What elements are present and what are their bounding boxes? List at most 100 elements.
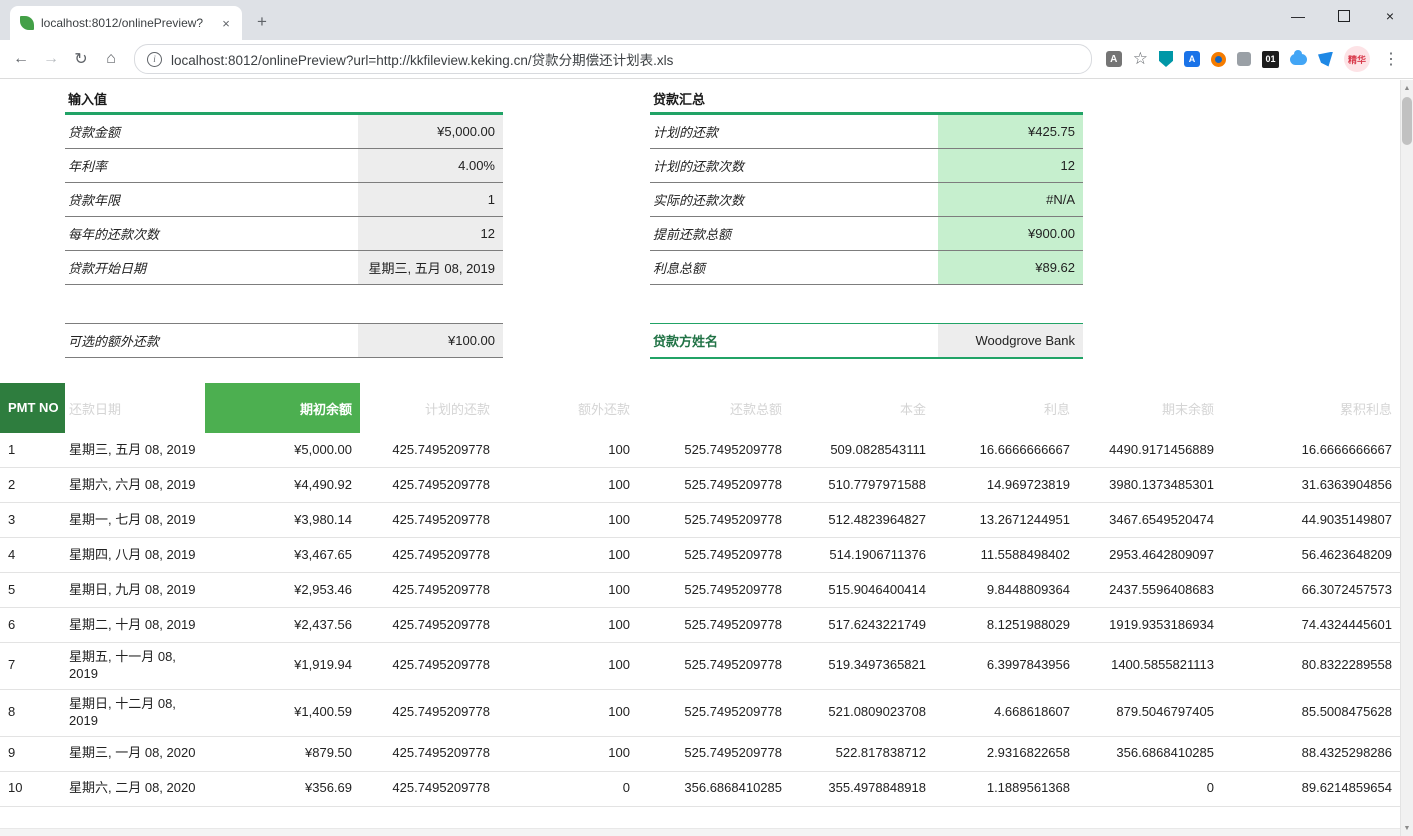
shield-extension-icon[interactable] bbox=[1159, 51, 1173, 67]
horizontal-scrollbar[interactable] bbox=[0, 828, 1400, 836]
cell-beginning-balance: ¥5,000.00 bbox=[205, 436, 360, 465]
lender-name-value: Woodgrove Bank bbox=[938, 324, 1083, 357]
vertical-scrollbar[interactable]: ▲ ▼ bbox=[1400, 80, 1413, 836]
cell-extra-payment: 100 bbox=[498, 471, 638, 500]
maximize-button[interactable] bbox=[1321, 0, 1367, 32]
cell-pmt-no: 7 bbox=[0, 651, 65, 680]
schedule-row: 3 星期一, 七月 08, 2019 ¥3,980.14 425.7495209… bbox=[0, 503, 1400, 538]
badge-01-extension-icon[interactable]: 01 bbox=[1262, 51, 1279, 68]
cell-pmt-no: 4 bbox=[0, 541, 65, 570]
cloud-extension-icon[interactable] bbox=[1290, 54, 1307, 65]
cell-pmt-no: 8 bbox=[0, 698, 65, 727]
cell-ending-balance: 4490.9171456889 bbox=[1078, 436, 1222, 465]
cell-cumulative-interest: 85.5008475628 bbox=[1222, 698, 1400, 727]
summary-row: 计划的还款 ¥425.75 bbox=[650, 115, 1083, 149]
tab-close-icon[interactable]: × bbox=[218, 16, 234, 31]
summary-row: 利息总额 ¥89.62 bbox=[650, 251, 1083, 285]
minimize-button[interactable]: — bbox=[1275, 0, 1321, 32]
browser-tab[interactable]: localhost:8012/onlinePreview? × bbox=[10, 6, 242, 40]
cell-pmt-no: 10 bbox=[0, 774, 65, 803]
input-row: 贷款年限 1 bbox=[65, 183, 503, 217]
input-row-value: 12 bbox=[358, 217, 503, 250]
cell-beginning-balance: ¥2,437.56 bbox=[205, 611, 360, 640]
translate-extension-icon[interactable]: A bbox=[1184, 51, 1200, 67]
kkfileview-leaf-favicon bbox=[20, 16, 34, 30]
cell-ending-balance: 1400.5855821113 bbox=[1078, 651, 1222, 680]
maximize-icon bbox=[1338, 10, 1350, 22]
schedule-row: 8 星期日, 十二月 08, 2019 ¥1,400.59 425.749520… bbox=[0, 690, 1400, 737]
input-row-label: 年利率 bbox=[65, 149, 358, 182]
summary-row-value: 12 bbox=[938, 149, 1083, 182]
cell-cumulative-interest: 66.3072457573 bbox=[1222, 576, 1400, 605]
reload-button[interactable]: ↻ bbox=[66, 49, 96, 69]
forward-button[interactable]: → bbox=[36, 50, 66, 68]
summary-row-label: 计划的还款次数 bbox=[650, 149, 938, 182]
cell-interest: 4.668618607 bbox=[934, 698, 1078, 727]
cell-cumulative-interest: 16.6666666667 bbox=[1222, 436, 1400, 465]
cell-extra-payment: 100 bbox=[498, 506, 638, 535]
summary-row-value: ¥900.00 bbox=[938, 217, 1083, 250]
cell-total-payment: 525.7495209778 bbox=[638, 651, 790, 680]
back-button[interactable]: ← bbox=[6, 50, 36, 68]
header-total-payment: 还款总额 bbox=[638, 383, 790, 433]
cell-extra-payment: 100 bbox=[498, 698, 638, 727]
scroll-down-arrow-icon[interactable]: ▼ bbox=[1401, 821, 1413, 835]
schedule-header-row: PMT NO 还款日期 期初余额 计划的还款 额外还款 还款总额 本金 利息 期… bbox=[0, 383, 1400, 433]
header-principal: 本金 bbox=[790, 383, 934, 433]
schedule-row: 9 星期三, 一月 08, 2020 ¥879.50 425.749520977… bbox=[0, 737, 1400, 772]
bird-extension-icon[interactable] bbox=[1318, 52, 1333, 67]
schedule-row: 4 星期四, 八月 08, 2019 ¥3,467.65 425.7495209… bbox=[0, 538, 1400, 573]
cell-extra-payment: 100 bbox=[498, 436, 638, 465]
cell-principal: 519.3497365821 bbox=[790, 651, 934, 680]
cell-interest: 11.5588498402 bbox=[934, 541, 1078, 570]
browser-menu-icon[interactable]: ⋮ bbox=[1381, 49, 1401, 69]
scrollbar-thumb[interactable] bbox=[1402, 97, 1412, 145]
cell-cumulative-interest: 44.9035149807 bbox=[1222, 506, 1400, 535]
header-interest: 利息 bbox=[934, 383, 1078, 433]
cell-total-payment: 525.7495209778 bbox=[638, 471, 790, 500]
cell-interest: 2.9316822658 bbox=[934, 739, 1078, 768]
cell-payment-date: 星期一, 七月 08, 2019 bbox=[65, 506, 205, 535]
cell-beginning-balance: ¥2,953.46 bbox=[205, 576, 360, 605]
address-toolbar: ← → ↻ ⌂ i localhost:8012/onlinePreview?u… bbox=[0, 40, 1413, 79]
cell-principal: 517.6243221749 bbox=[790, 611, 934, 640]
cell-scheduled-payment: 425.7495209778 bbox=[360, 471, 498, 500]
proxy-extension-icon[interactable] bbox=[1211, 52, 1226, 67]
lender-name-row: 贷款方姓名 Woodgrove Bank bbox=[650, 323, 1083, 359]
cell-principal: 510.7797971588 bbox=[790, 471, 934, 500]
scroll-up-arrow-icon[interactable]: ▲ bbox=[1401, 81, 1413, 95]
cell-total-payment: 525.7495209778 bbox=[638, 436, 790, 465]
cell-payment-date: 星期四, 八月 08, 2019 bbox=[65, 541, 205, 570]
address-bar[interactable]: i localhost:8012/onlinePreview?url=http:… bbox=[134, 44, 1092, 74]
cell-scheduled-payment: 425.7495209778 bbox=[360, 576, 498, 605]
page-info-icon[interactable]: i bbox=[147, 52, 162, 67]
cell-beginning-balance: ¥4,490.92 bbox=[205, 471, 360, 500]
summary-row-label: 提前还款总额 bbox=[650, 217, 938, 250]
close-window-button[interactable]: × bbox=[1367, 0, 1413, 32]
cell-interest: 14.969723819 bbox=[934, 471, 1078, 500]
home-button[interactable]: ⌂ bbox=[96, 50, 126, 68]
cell-pmt-no: 2 bbox=[0, 471, 65, 500]
input-row-label: 每年的还款次数 bbox=[65, 217, 358, 250]
cell-extra-payment: 0 bbox=[498, 774, 638, 803]
header-payment-date: 还款日期 bbox=[65, 383, 205, 433]
cell-principal: 355.4978848918 bbox=[790, 774, 934, 803]
cell-principal: 509.0828543111 bbox=[790, 436, 934, 465]
translate-icon[interactable]: A bbox=[1106, 51, 1122, 67]
schedule-row: 10 星期六, 二月 08, 2020 ¥356.69 425.74952097… bbox=[0, 772, 1400, 807]
tab-bar: localhost:8012/onlinePreview? × + — × bbox=[0, 0, 1413, 40]
extra-payment-label: 可选的额外还款 bbox=[65, 324, 358, 357]
input-row-value: 1 bbox=[358, 183, 503, 216]
new-tab-button[interactable]: + bbox=[250, 12, 274, 32]
input-values-panel: 输入值 贷款金额 ¥5,000.00 年利率 4.00% 贷款年限 bbox=[65, 86, 503, 358]
profile-avatar[interactable]: 精华 bbox=[1344, 46, 1370, 72]
summary-row-value: #N/A bbox=[938, 183, 1083, 216]
bookmark-star-icon[interactable]: ☆ bbox=[1133, 49, 1148, 69]
url-text[interactable]: localhost:8012/onlinePreview?url=http://… bbox=[171, 49, 673, 69]
header-cumulative-interest: 累积利息 bbox=[1222, 383, 1400, 433]
cell-payment-date: 星期六, 二月 08, 2020 bbox=[65, 774, 205, 803]
panel-spacer bbox=[650, 285, 1083, 323]
gray-extension-icon[interactable] bbox=[1237, 52, 1251, 66]
cell-scheduled-payment: 425.7495209778 bbox=[360, 698, 498, 727]
cell-beginning-balance: ¥1,919.94 bbox=[205, 651, 360, 680]
